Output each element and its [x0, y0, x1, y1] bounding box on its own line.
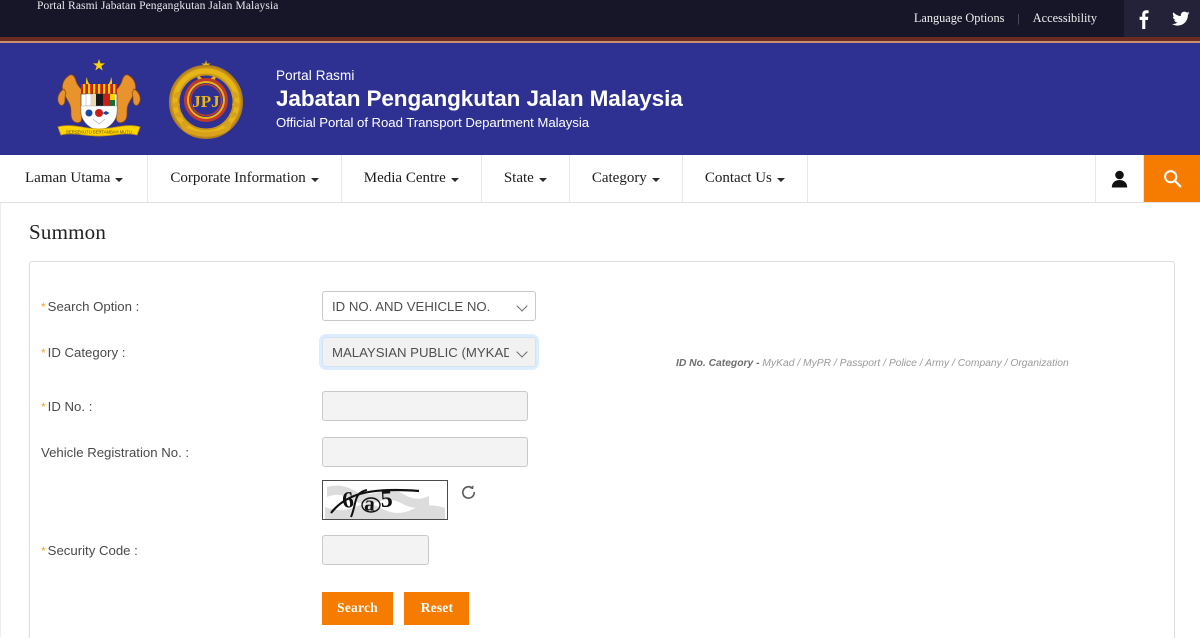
- required-asterisk: *: [41, 399, 46, 414]
- search-icon[interactable]: [1144, 155, 1200, 202]
- banner-text-block: Portal Rasmi Jabatan Pengangkutan Jalan …: [276, 68, 683, 130]
- reset-button[interactable]: Reset: [404, 592, 470, 625]
- label-security-code: * Security Code :: [41, 543, 322, 558]
- id-no-category-hint: ID No. Category - MyKad / MyPR / Passpor…: [676, 358, 1069, 369]
- nav-label: Media Centre: [363, 170, 446, 186]
- form-row-id-no: * ID No. :: [30, 388, 1174, 424]
- page-title: Summon: [29, 220, 107, 244]
- chevron-down-icon: [450, 177, 459, 182]
- search-button[interactable]: Search: [322, 592, 393, 625]
- summon-search-panel: * Search Option : ID NO. AND VEHICLE NO. …: [29, 261, 1175, 638]
- label-text: Search Option :: [47, 298, 140, 314]
- nav-item-contact-us[interactable]: Contact Us: [683, 155, 808, 202]
- top-utility-right: Language Options | Accessibility: [901, 0, 1200, 37]
- label-vehicle-reg-no: Vehicle Registration No. :: [41, 445, 322, 460]
- jpj-emblem-icon: JPJ: [169, 60, 243, 139]
- search-option-select[interactable]: ID NO. AND VEHICLE NO.: [322, 291, 536, 321]
- form-row-vehicle-reg-no: Vehicle Registration No. :: [30, 434, 1174, 470]
- banner-pre-title: Portal Rasmi: [276, 68, 355, 83]
- malaysia-coat-of-arms-icon: BERSEKUTU BERTAMBAH MUTU: [57, 59, 141, 137]
- nav-item-media-centre[interactable]: Media Centre: [342, 155, 482, 202]
- chevron-down-icon: [651, 177, 660, 182]
- facebook-icon[interactable]: [1124, 0, 1162, 37]
- nav-spacer: [808, 155, 1096, 202]
- form-row-search-option: * Search Option : ID NO. AND VEHICLE NO.: [30, 288, 1174, 324]
- nav-label: Laman Utama: [25, 170, 111, 186]
- nav-label: State: [503, 170, 534, 186]
- label-search-option: * Search Option :: [41, 299, 322, 314]
- nav-label: Contact Us: [704, 170, 772, 186]
- required-asterisk: *: [41, 543, 46, 558]
- id-no-input[interactable]: [322, 391, 528, 421]
- nav-item-corporate-information[interactable]: Corporate Information: [148, 155, 342, 202]
- site-title-text: Portal Rasmi Jabatan Pengangkutan Jalan …: [37, 0, 279, 12]
- id-category-select[interactable]: MALAYSIAN PUBLIC (MYKAD): [322, 337, 536, 367]
- chevron-down-icon: [538, 177, 547, 182]
- nav-item-laman-utama[interactable]: Laman Utama: [0, 155, 149, 202]
- security-code-input[interactable]: [322, 535, 429, 565]
- chevron-down-icon: [310, 177, 319, 182]
- required-asterisk: *: [41, 345, 46, 360]
- site-banner: BERSEKUTU BERTAMBAH MUTU JPJ Portal Rasm…: [0, 43, 1200, 155]
- main-navigation: Laman Utama Corporate Information Media …: [0, 155, 1200, 203]
- label-text: ID Category :: [47, 344, 126, 360]
- label-text: Security Code :: [47, 542, 138, 558]
- id-category-select-wrap: MALAYSIAN PUBLIC (MYKAD): [322, 337, 536, 367]
- captcha-row: 6 a 5: [30, 480, 1174, 520]
- top-utility-bar: Portal Rasmi Jabatan Pengangkutan Jalan …: [0, 0, 1200, 37]
- chevron-down-icon: [115, 177, 124, 182]
- refresh-icon[interactable]: [460, 484, 477, 506]
- language-options-link[interactable]: Language Options: [901, 11, 1018, 26]
- twitter-icon[interactable]: [1162, 0, 1200, 37]
- vehicle-reg-no-input[interactable]: [322, 437, 528, 467]
- nav-item-state[interactable]: State: [482, 155, 570, 202]
- chevron-down-icon: [776, 177, 785, 182]
- nav-label: Corporate Information: [170, 170, 306, 186]
- top-utility-links: Language Options | Accessibility: [901, 0, 1124, 37]
- hint-label: ID No. Category -: [676, 358, 760, 369]
- user-icon[interactable]: [1096, 155, 1144, 202]
- form-row-security-code: * Security Code :: [30, 532, 1174, 568]
- accessibility-link[interactable]: Accessibility: [1020, 11, 1110, 26]
- nav-label: Category: [591, 170, 647, 186]
- banner-subtitle: Official Portal of Road Transport Depart…: [276, 115, 590, 130]
- hint-text: MyKad / MyPR / Passport / Police / Army …: [759, 358, 1069, 369]
- label-text: ID No. :: [47, 398, 93, 414]
- captcha-image: 6 a 5: [322, 480, 448, 520]
- label-id-no: * ID No. :: [41, 399, 322, 414]
- label-id-category: * ID Category :: [41, 345, 322, 360]
- content-left-edge: [0, 203, 1, 637]
- nav-item-category[interactable]: Category: [570, 155, 683, 202]
- required-asterisk: *: [41, 299, 46, 314]
- banner-title: Jabatan Pengangkutan Jalan Malaysia: [276, 86, 683, 111]
- svg-text:JPJ: JPJ: [192, 92, 220, 111]
- main-content: Summon * Search Option : ID NO. AND VEHIC…: [0, 203, 1200, 638]
- form-actions: Search Reset: [30, 592, 1174, 625]
- label-text: Vehicle Registration No. :: [41, 444, 190, 460]
- svg-text:BERSEKUTU BERTAMBAH MUTU: BERSEKUTU BERTAMBAH MUTU: [66, 130, 132, 135]
- search-option-select-wrap: ID NO. AND VEHICLE NO.: [322, 291, 536, 321]
